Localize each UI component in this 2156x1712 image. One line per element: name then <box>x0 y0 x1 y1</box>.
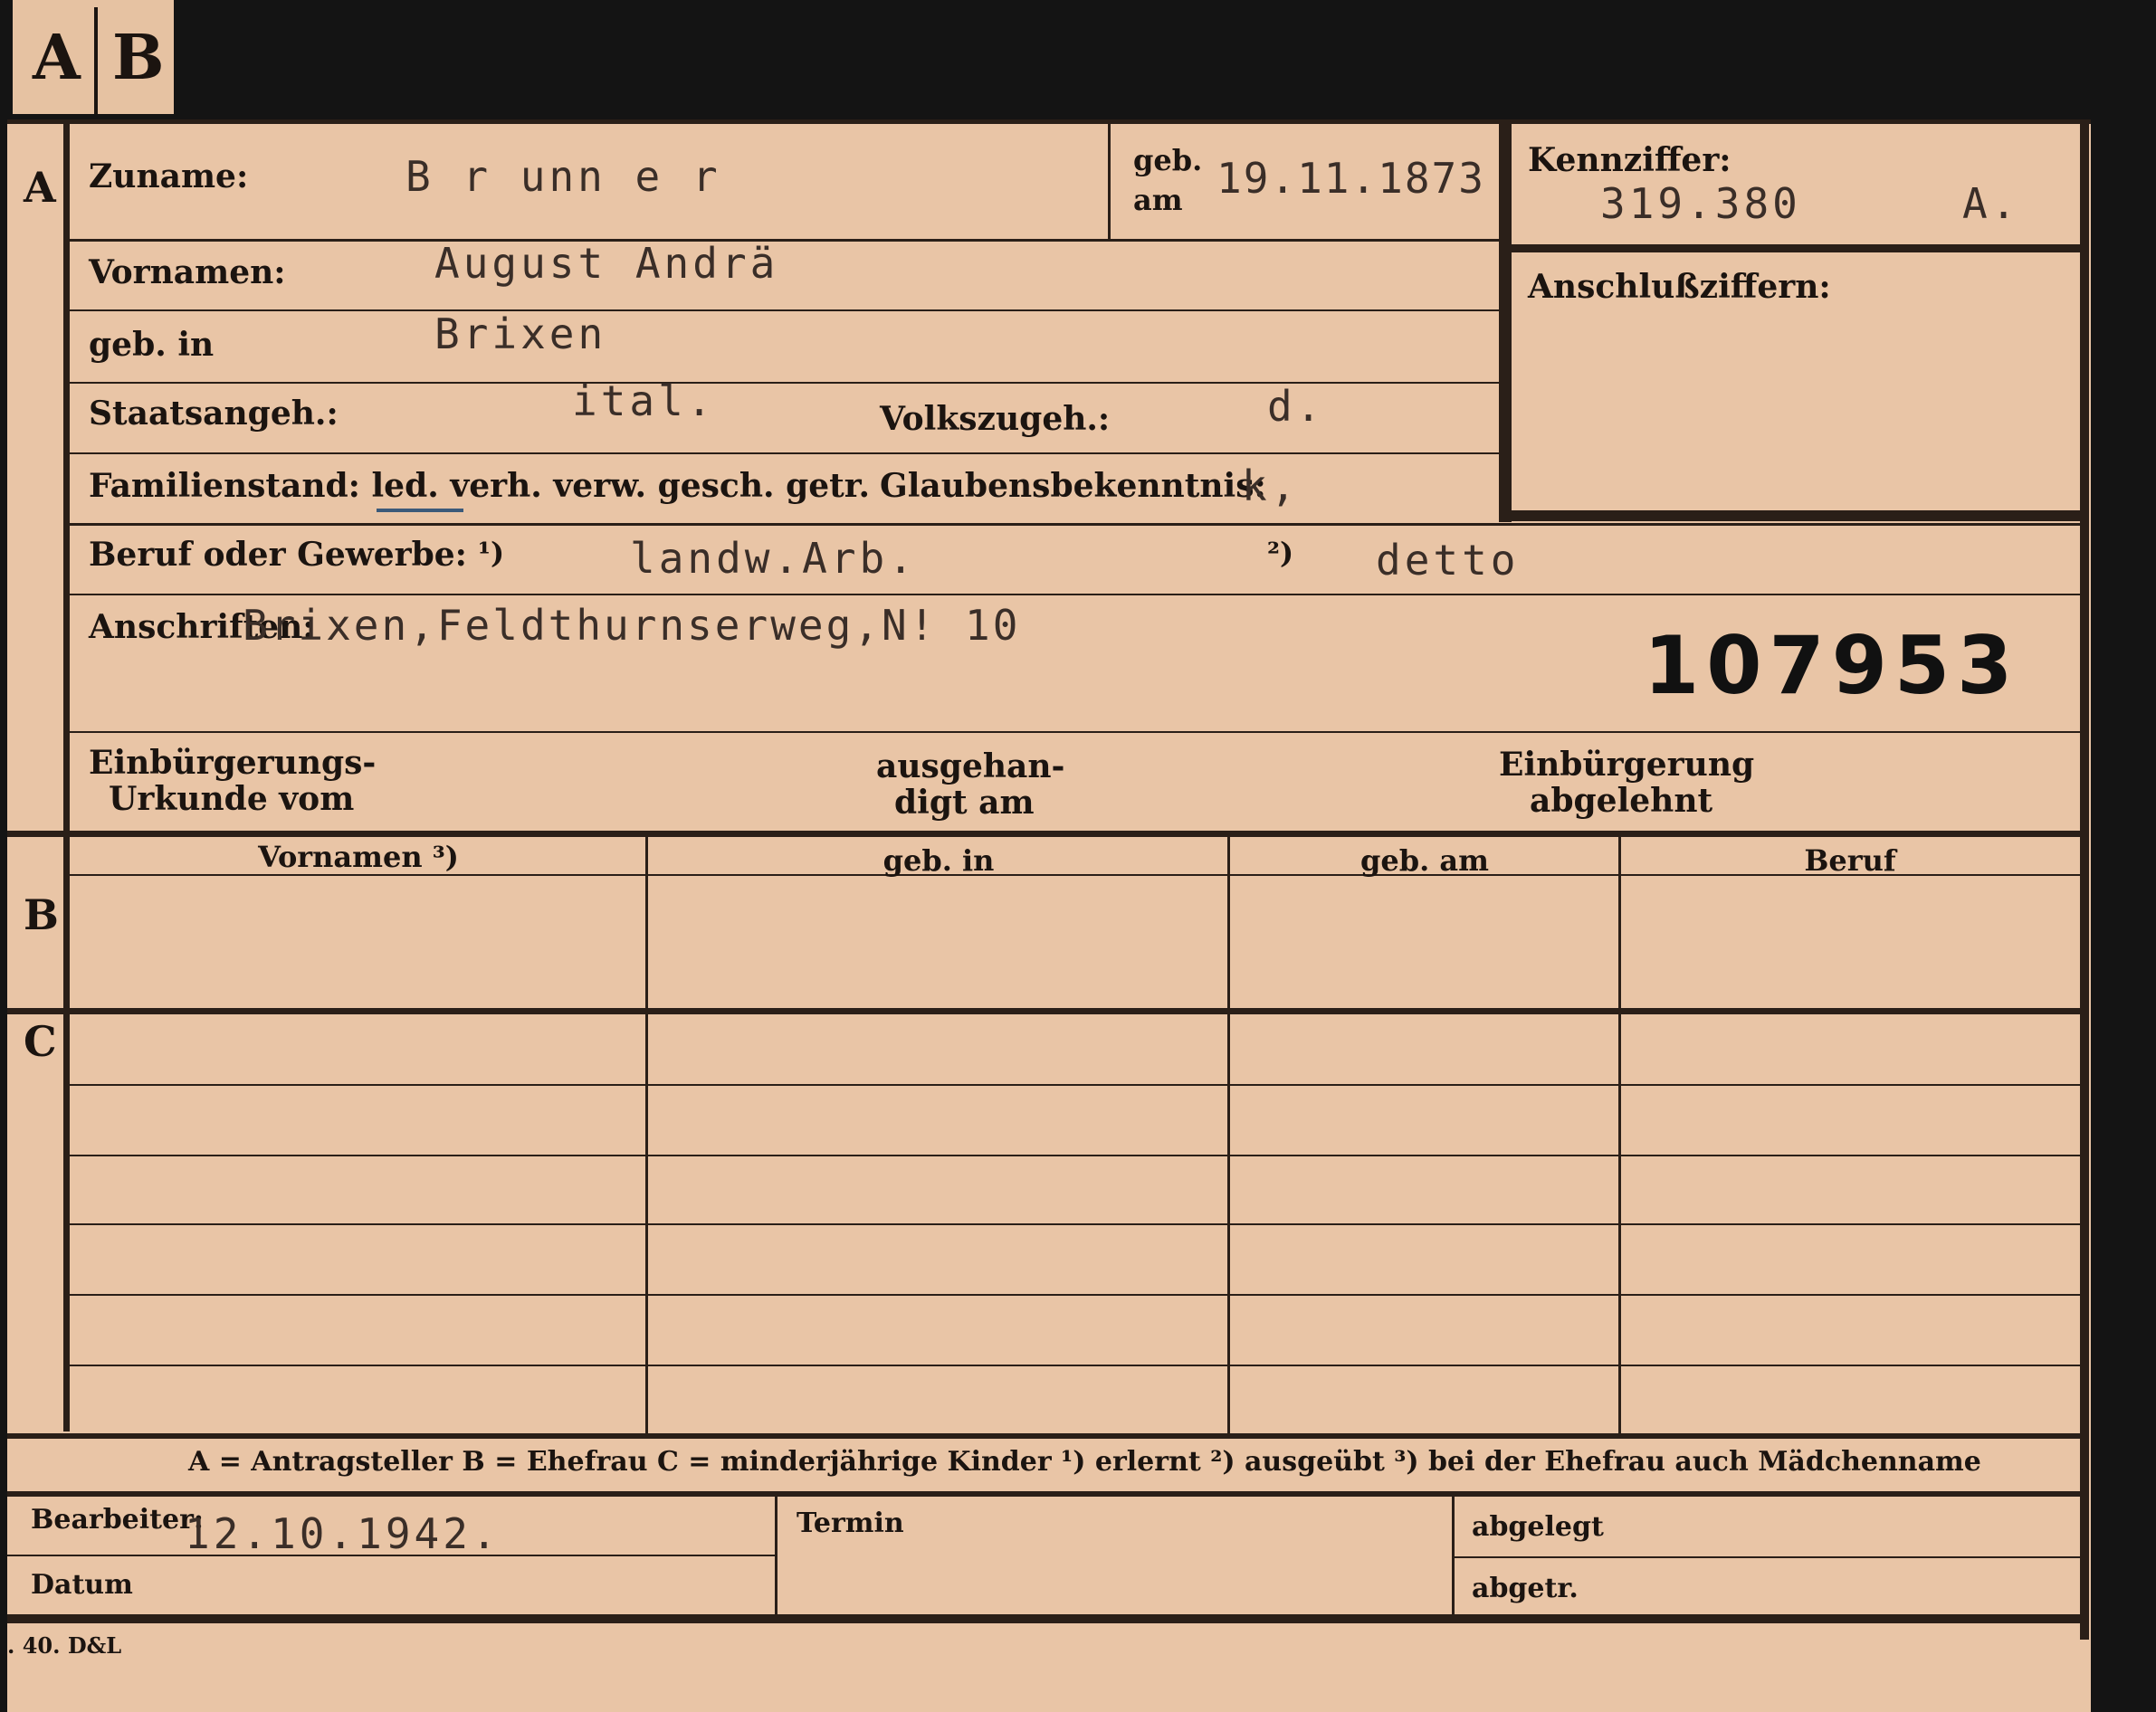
row-line <box>70 239 1500 242</box>
label-am: am <box>1133 183 1183 217</box>
legend-top <box>7 1433 2080 1439</box>
value-kennziffer-suffix: A. <box>1962 179 2020 228</box>
label-abgelehnt-2: abgelehnt <box>1530 782 1713 820</box>
section-b-top <box>7 831 2080 837</box>
kennziffer-box-bottom <box>1512 510 2080 521</box>
value-zuname: B r unn e r <box>405 152 721 201</box>
frame-right <box>2080 119 2089 1640</box>
row-line <box>70 452 1500 454</box>
print-code: . 40. D&L <box>7 1632 122 1659</box>
value-volkszugeh: d. <box>1267 382 1325 431</box>
label-bearbeiter: Bearbeiter: <box>31 1504 204 1536</box>
label-abgelehnt-1: Einbürgerung <box>1499 746 1755 784</box>
label-datum: Datum <box>31 1569 133 1601</box>
footnote-2: ²) <box>1267 536 1294 570</box>
col-line <box>645 837 648 1434</box>
tab-divider <box>94 7 98 114</box>
row-line <box>70 1294 2080 1296</box>
value-staatsangeh: ital. <box>572 376 716 425</box>
label-familienstand: Familienstand: led. verh. verw. gesch. g… <box>89 467 870 505</box>
column-header-geb-in: geb. in <box>882 843 995 878</box>
value-geb-am: 19.11.1873 <box>1216 154 1485 203</box>
value-anschrift: Brixen,Feldthurnserweg,N! 10 <box>243 601 1021 650</box>
row-line <box>70 309 1500 311</box>
column-header-geb-am: geb. am <box>1360 843 1489 878</box>
frame-top <box>7 119 2091 124</box>
col-line <box>775 1497 777 1614</box>
label-abgetr: abgetr. <box>1472 1573 1579 1604</box>
label-geb-in: geb. in <box>89 326 215 364</box>
label-kennziffer: Kennziffer: <box>1528 141 1731 179</box>
value-bearbeiter-date: 12.10.1942. <box>185 1509 501 1558</box>
label-zuname: Zuname: <box>89 157 249 195</box>
label-einbuergerung-1: Einbürgerungs- <box>89 744 377 782</box>
row-line <box>70 731 2080 733</box>
tab-letter-a: A <box>33 22 81 94</box>
label-abgelegt: abgelegt <box>1472 1511 1604 1543</box>
kennziffer-box-left <box>1499 124 1512 522</box>
col-line <box>1618 837 1621 1434</box>
row-line <box>70 1155 2080 1156</box>
column-header-beruf: Beruf <box>1804 843 1896 878</box>
label-anschlussziffern: Anschlußziffern: <box>1528 268 1831 306</box>
label-staatsangeh: Staatsangeh.: <box>89 395 339 433</box>
value-kennziffer: 319.380 <box>1600 179 1801 228</box>
row-line <box>70 1365 2080 1366</box>
label-ausgehaendigt-2: digt am <box>894 784 1035 822</box>
label-einbuergerung-2: Urkunde vom <box>109 780 355 818</box>
legend-text: A = Antragsteller B = Ehefrau C = minder… <box>188 1446 1981 1478</box>
stamp-number: 107953 <box>1644 619 2020 712</box>
row-line <box>70 1084 2080 1086</box>
frame-left-section <box>63 119 70 1431</box>
label-termin: Termin <box>797 1508 904 1539</box>
label-geb: geb. <box>1133 143 1203 177</box>
value-beruf-erlernt: landw.Arb. <box>630 534 917 583</box>
section-c-top <box>7 1008 2080 1014</box>
section-letter-a: A <box>24 163 56 212</box>
value-glaubensbekenntnis: k, <box>1242 461 1300 510</box>
row-line <box>1454 1556 2080 1558</box>
kennziffer-box-mid <box>1512 244 2080 252</box>
legend-bottom <box>7 1491 2080 1497</box>
footnote-1: ¹) <box>478 536 505 570</box>
col-line <box>1452 1497 1455 1614</box>
section-letter-b: B <box>24 890 59 939</box>
column-header-vornamen: Vornamen ³) <box>258 840 459 874</box>
row-line <box>70 523 2080 526</box>
index-card: A Zuname: B r unn e r geb. am 19.11.1873… <box>7 119 2091 1712</box>
section-letter-c: C <box>24 1017 57 1066</box>
divider <box>1108 124 1111 240</box>
col-line <box>1227 837 1230 1434</box>
label-volkszugeh: Volkszugeh.: <box>880 400 1111 438</box>
row-line <box>7 1555 775 1556</box>
value-beruf-ausgeuebt: detto <box>1376 536 1520 585</box>
familienstand-underline-verh <box>377 509 463 512</box>
label-vornamen: Vornamen: <box>89 253 286 291</box>
label-beruf: Beruf oder Gewerbe: <box>89 536 467 574</box>
row-line <box>70 594 2080 595</box>
tab-letter-b: B <box>112 22 165 94</box>
label-ausgehaendigt-1: ausgehan- <box>876 747 1065 785</box>
value-vornamen: August Andrä <box>434 239 779 288</box>
row-line <box>70 1223 2080 1225</box>
value-geb-in: Brixen <box>434 309 607 358</box>
footer-bottom <box>7 1614 2089 1623</box>
label-glaubensbekenntnis: Glaubensbekenntnis: <box>880 467 1266 505</box>
